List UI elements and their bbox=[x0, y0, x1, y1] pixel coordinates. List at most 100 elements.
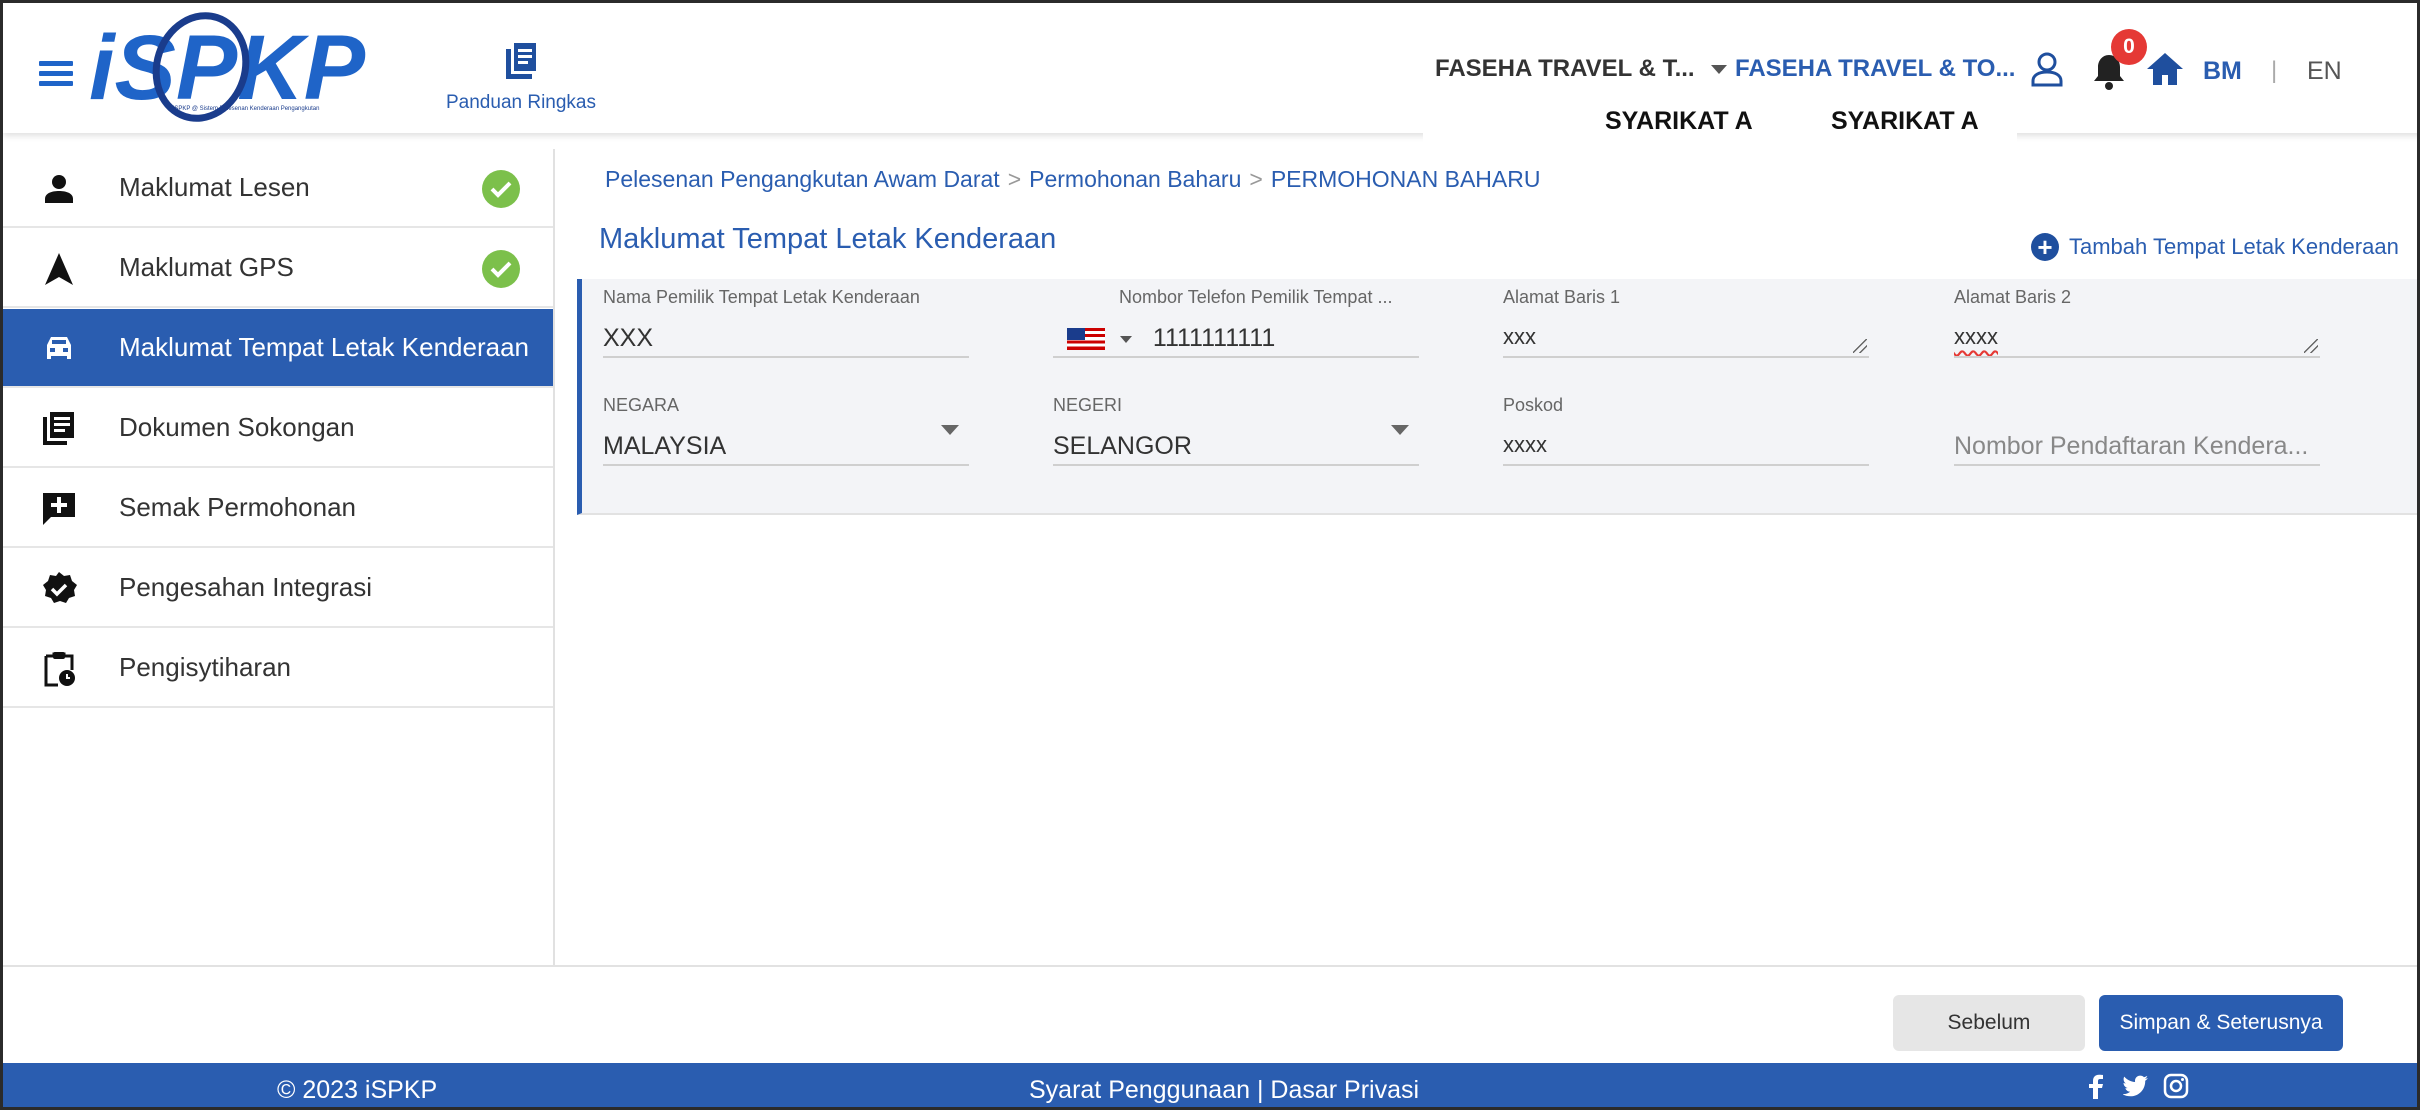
quick-guide-label: Panduan Ringkas bbox=[446, 92, 596, 113]
social-links bbox=[2083, 1073, 2189, 1099]
document-list-icon bbox=[506, 43, 536, 79]
company-select[interactable]: FASEHA TRAVEL & T... bbox=[1435, 55, 1727, 83]
malaysia-flag-icon[interactable] bbox=[1067, 328, 1105, 351]
sidebar-item-label: Dokumen Sokongan bbox=[119, 412, 355, 442]
postcode-input[interactable]: xxxx bbox=[1503, 432, 1869, 466]
sidebar-item-maklumat-gps[interactable]: Maklumat GPS bbox=[3, 229, 553, 308]
navigation-arrow-icon bbox=[45, 253, 73, 285]
country-value: MALAYSIA bbox=[603, 432, 969, 466]
quick-guide-link[interactable]: Panduan Ringkas bbox=[441, 43, 601, 114]
chevron-down-icon bbox=[941, 425, 959, 435]
add-parking-location-button[interactable]: + Tambah Tempat Letak Kenderaan bbox=[2031, 233, 2399, 261]
sidebar-item-label: Pengesahan Integrasi bbox=[119, 572, 372, 602]
terms-link[interactable]: Syarat Penggunaan bbox=[1029, 1076, 1250, 1104]
menu-icon[interactable] bbox=[39, 61, 73, 87]
sidebar-item-pengisytiharan[interactable]: Pengisytiharan bbox=[3, 629, 553, 708]
address-line-1-field: Alamat Baris 1 xxx bbox=[1503, 287, 1869, 358]
company-select-value: FASEHA TRAVEL & T... bbox=[1435, 55, 1695, 82]
vehicle-registration-field: Nombor Pendaftaran Kendera... bbox=[1954, 395, 2320, 466]
chevron-down-icon[interactable] bbox=[1119, 335, 1132, 343]
add-parking-location-label: Tambah Tempat Letak Kenderaan bbox=[2069, 234, 2399, 259]
clipboard-clock-icon bbox=[44, 652, 75, 687]
owner-name-label: Nama Pemilik Tempat Letak Kenderaan bbox=[603, 287, 920, 307]
twitter-icon[interactable] bbox=[2123, 1073, 2149, 1099]
owner-name-input[interactable]: XXX bbox=[603, 324, 969, 358]
tooltip-company-right: SYARIKAT A bbox=[1831, 107, 1979, 135]
textarea-resize-icon[interactable] bbox=[1853, 339, 1867, 353]
sidebar-item-semak-permohonan[interactable]: Semak Permohonan bbox=[3, 469, 553, 548]
person-icon bbox=[45, 175, 73, 203]
address-line-1-label: Alamat Baris 1 bbox=[1503, 287, 1621, 307]
country-label: NEGARA bbox=[603, 395, 680, 415]
owner-phone-input[interactable]: 1111111111 bbox=[1053, 324, 1419, 358]
sidebar-item-label: Semak Permohonan bbox=[119, 492, 357, 522]
check-circle-icon bbox=[482, 250, 520, 288]
document-list-icon bbox=[43, 412, 74, 445]
address-line-2-field: Alamat Baris 2 xxxx bbox=[1954, 287, 2320, 358]
logo-subtitle: iSPKP @ Sistem Pelesenan Kenderaan Penga… bbox=[173, 106, 320, 112]
sidebar-item-label: Maklumat Lesen bbox=[119, 172, 310, 202]
sidebar-item-dokumen-sokongan[interactable]: Dokumen Sokongan bbox=[3, 389, 553, 468]
top-header: iSPKP iSPKP @ Sistem Pelesenan Kenderaan… bbox=[3, 3, 2417, 133]
sidebar-item-label: Maklumat Tempat Letak Kenderaan bbox=[119, 332, 529, 362]
lang-separator: | bbox=[2271, 57, 2278, 84]
chevron-down-icon bbox=[1710, 64, 1727, 74]
country-select[interactable]: NEGARA MALAYSIA bbox=[603, 395, 969, 466]
notification-badge: 0 bbox=[2111, 29, 2147, 65]
lang-en-button[interactable]: EN bbox=[2307, 57, 2342, 86]
breadcrumb-item-1[interactable]: Pelesenan Pengangkutan Awam Darat bbox=[605, 166, 1000, 192]
section-title: Maklumat Tempat Letak Kenderaan bbox=[599, 223, 1057, 255]
vehicle-registration-placeholder: Nombor Pendaftaran Kendera... bbox=[1954, 432, 2309, 460]
sidebar: Maklumat Lesen Maklumat GPS Maklumat Tem… bbox=[3, 149, 555, 967]
state-value: SELANGOR bbox=[1053, 432, 1419, 466]
facebook-icon[interactable] bbox=[2083, 1073, 2109, 1099]
verified-badge-icon bbox=[43, 572, 77, 603]
address-line-2-value: xxxx bbox=[1954, 324, 1998, 349]
sidebar-item-label: Pengisytiharan bbox=[119, 652, 291, 682]
address-line-2-input[interactable]: xxxx bbox=[1954, 324, 2320, 358]
footer-link-separator: | bbox=[1250, 1076, 1271, 1104]
home-icon[interactable] bbox=[2145, 49, 2185, 89]
previous-button[interactable]: Sebelum bbox=[1893, 995, 2085, 1051]
lang-bm-button[interactable]: BM bbox=[2203, 57, 2242, 86]
breadcrumb-separator: > bbox=[1249, 166, 1263, 192]
postcode-field: Poskod xxxx bbox=[1503, 395, 1869, 466]
address-line-2-label: Alamat Baris 2 bbox=[1954, 287, 2072, 307]
company-link[interactable]: FASEHA TRAVEL & TO... bbox=[1735, 55, 2015, 83]
instagram-icon[interactable] bbox=[2163, 1073, 2189, 1099]
copyright-text: © 2023 iSPKP bbox=[277, 1076, 438, 1104]
state-label: NEGERI bbox=[1053, 395, 1123, 415]
add-circle-icon: + bbox=[2031, 233, 2059, 261]
owner-phone-field: Nombor Telefon Pemilik Tempat ... 111111… bbox=[1053, 287, 1419, 358]
owner-phone-value: 1111111111 bbox=[1152, 324, 1276, 352]
textarea-resize-icon[interactable] bbox=[2304, 339, 2318, 353]
state-select[interactable]: NEGERI SELANGOR bbox=[1053, 395, 1419, 466]
breadcrumb-item-3: PERMOHONAN BAHARU bbox=[1270, 166, 1541, 192]
add-comment-icon bbox=[43, 493, 75, 525]
user-icon[interactable] bbox=[2029, 51, 2065, 87]
address-line-1-input[interactable]: xxx bbox=[1503, 324, 1869, 358]
tooltip-company-left: SYARIKAT A bbox=[1605, 107, 1753, 135]
footer: © 2023 iSPKP Syarat Penggunaan | Dasar P… bbox=[3, 1063, 2417, 1107]
breadcrumb-item-2[interactable]: Permohonan Baharu bbox=[1029, 166, 1241, 192]
postcode-label: Poskod bbox=[1503, 395, 1564, 415]
app-window: iSPKP iSPKP @ Sistem Pelesenan Kenderaan… bbox=[0, 0, 2420, 1110]
save-and-continue-button[interactable]: Simpan & Seterusnya bbox=[2099, 995, 2343, 1051]
breadcrumb: Pelesenan Pengangkutan Awam Darat > Permoh… bbox=[605, 166, 1540, 193]
car-icon bbox=[47, 337, 71, 359]
vehicle-registration-input[interactable]: Nombor Pendaftaran Kendera... bbox=[1954, 432, 2320, 466]
owner-name-field: Nama Pemilik Tempat Letak Kenderaan XXX bbox=[603, 287, 969, 358]
owner-phone-label: Nombor Telefon Pemilik Tempat ... bbox=[1119, 287, 1393, 307]
chevron-down-icon bbox=[1391, 425, 1409, 435]
check-circle-icon bbox=[482, 170, 520, 208]
parking-form-panel: Nama Pemilik Tempat Letak Kenderaan XXX … bbox=[577, 279, 2417, 515]
vehicle-registration-label bbox=[1954, 395, 2320, 416]
footer-links: Syarat Penggunaan | Dasar Privasi bbox=[1029, 1076, 1419, 1105]
sidebar-item-label: Maklumat GPS bbox=[119, 252, 294, 282]
privacy-link[interactable]: Dasar Privasi bbox=[1270, 1076, 1419, 1104]
company-tooltip: SYARIKAT A SYARIKAT A bbox=[1423, 99, 2017, 145]
sidebar-item-pengesahan-integrasi[interactable]: Pengesahan Integrasi bbox=[3, 549, 553, 628]
breadcrumb-separator: > bbox=[1007, 166, 1022, 192]
sidebar-item-tempat-letak-kenderaan[interactable]: Maklumat Tempat Letak Kenderaan bbox=[3, 309, 553, 388]
sidebar-item-maklumat-lesen[interactable]: Maklumat Lesen bbox=[3, 149, 553, 228]
